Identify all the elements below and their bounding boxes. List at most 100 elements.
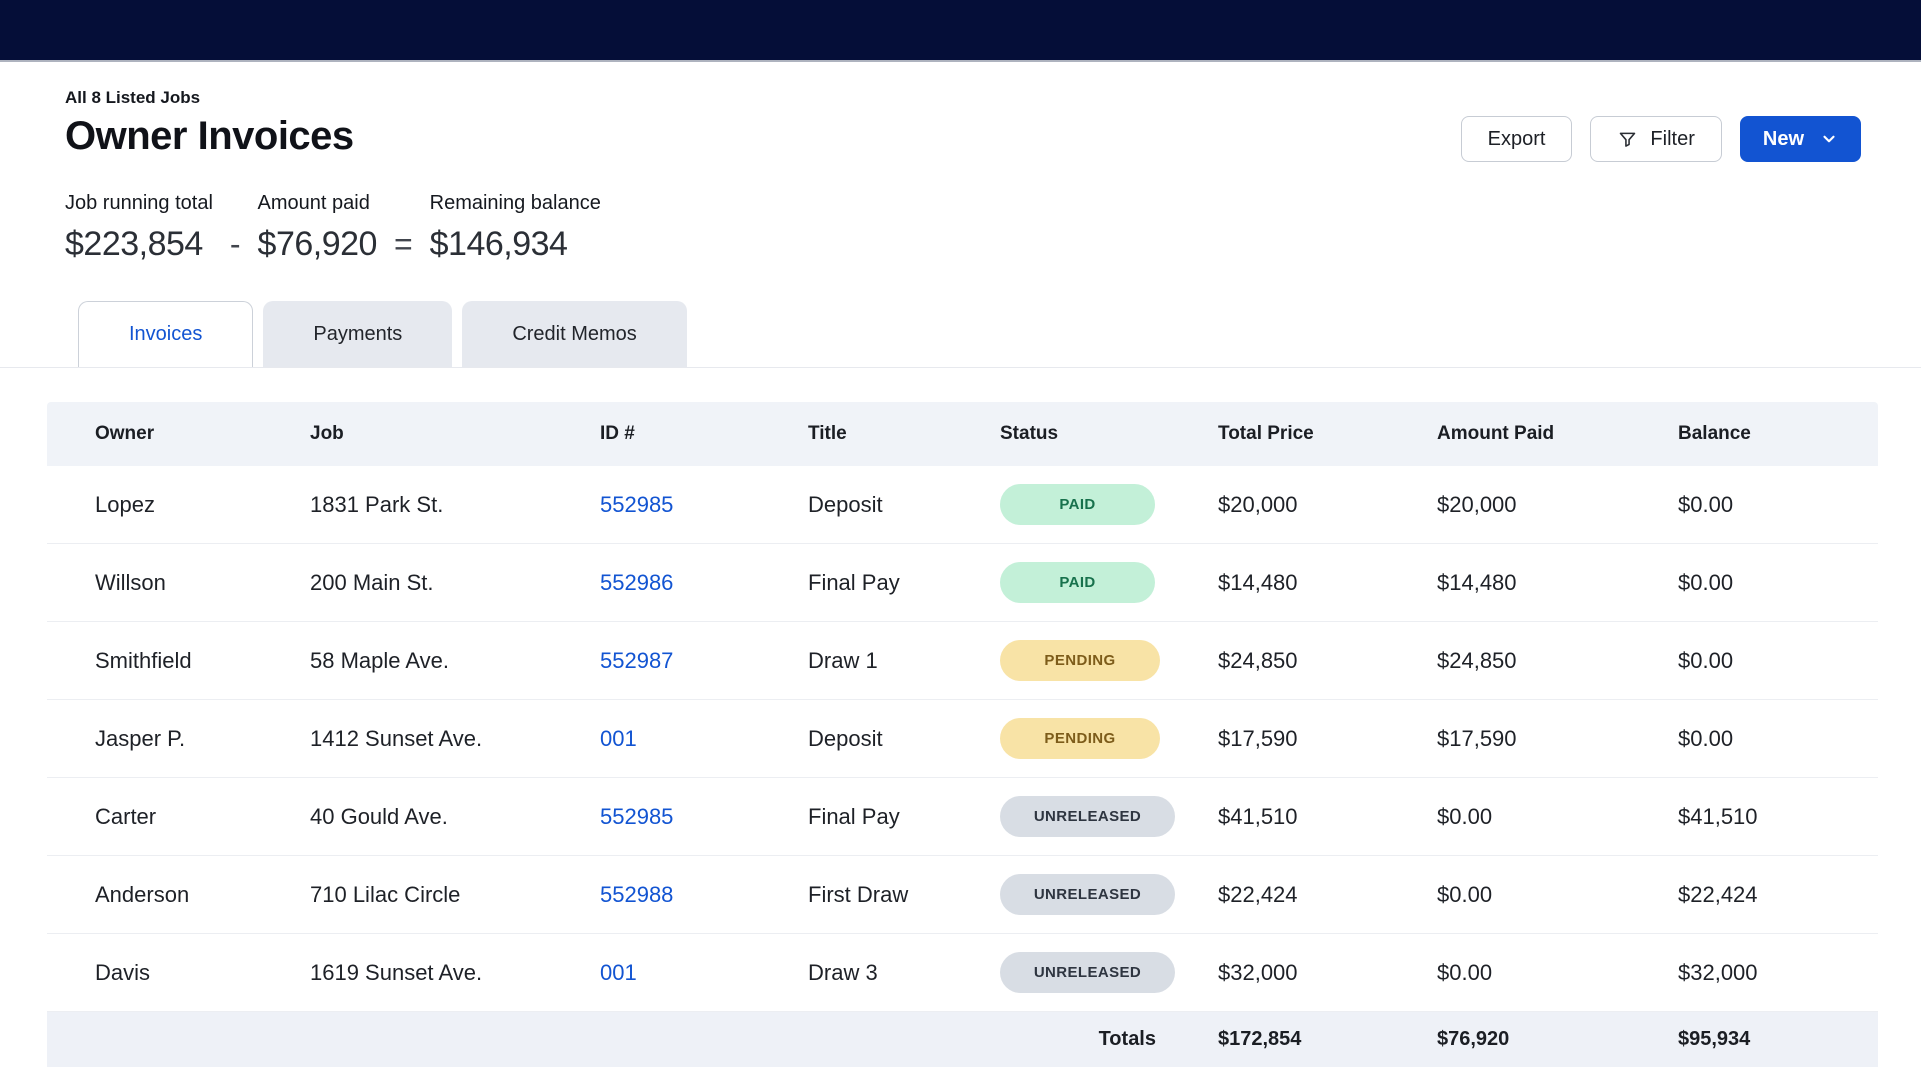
cell-status: PAID [952, 466, 1170, 544]
table-row[interactable]: Jasper P.1412 Sunset Ave.001DepositPENDI… [47, 700, 1878, 778]
cell-title: Draw 3 [760, 934, 952, 1012]
table-row[interactable]: Lopez1831 Park St.552985DepositPAID$20,0… [47, 466, 1878, 544]
summary-value: $146,934 [430, 227, 601, 261]
cell-job: 710 Lilac Circle [262, 856, 552, 934]
cell-amount-paid: $20,000 [1389, 466, 1630, 544]
summary-value: $223,854 [65, 227, 213, 261]
invoices-table: OwnerJobID #TitleStatusTotal PriceAmount… [47, 402, 1878, 1067]
equals-operator: = [394, 228, 413, 261]
table-row[interactable]: Smithfield58 Maple Ave.552987Draw 1PENDI… [47, 622, 1878, 700]
cell-amount-paid: $0.00 [1389, 778, 1630, 856]
cell-total-price: $14,480 [1170, 544, 1389, 622]
cell-owner: Willson [47, 544, 262, 622]
tab-payments[interactable]: Payments [263, 301, 452, 367]
cell-id: 001 [552, 934, 760, 1012]
invoice-id-link[interactable]: 001 [600, 960, 637, 985]
invoices-table-container: OwnerJobID #TitleStatusTotal PriceAmount… [47, 402, 1878, 1067]
export-button[interactable]: Export [1461, 116, 1573, 162]
column-header-total-price: Total Price [1170, 402, 1389, 466]
cell-owner: Lopez [47, 466, 262, 544]
cell-owner: Anderson [47, 856, 262, 934]
invoice-id-link[interactable]: 552985 [600, 492, 673, 517]
page-title: Owner Invoices [65, 114, 354, 159]
totals-amount-paid: $76,920 [1389, 1012, 1630, 1068]
cell-total-price: $17,590 [1170, 700, 1389, 778]
summary-remaining-balance: Remaining balance $146,934 [430, 192, 601, 261]
column-header-job: Job [262, 402, 552, 466]
cell-amount-paid: $0.00 [1389, 934, 1630, 1012]
summary-label: Remaining balance [430, 192, 601, 215]
cell-status: PENDING [952, 622, 1170, 700]
page-header: All 8 Listed Jobs Owner Invoices Export … [0, 62, 1921, 261]
cell-amount-paid: $0.00 [1389, 856, 1630, 934]
cell-balance: $0.00 [1630, 466, 1878, 544]
cell-status: PAID [952, 544, 1170, 622]
summary-job-running-total: Job running total $223,854 [65, 192, 213, 261]
cell-title: Draw 1 [760, 622, 952, 700]
cell-job: 1831 Park St. [262, 466, 552, 544]
cell-id: 552988 [552, 856, 760, 934]
new-button[interactable]: New [1740, 116, 1861, 162]
status-badge: UNRELEASED [1000, 874, 1175, 915]
cell-total-price: $24,850 [1170, 622, 1389, 700]
filter-button-label: Filter [1650, 128, 1694, 151]
totals-balance: $95,934 [1630, 1012, 1878, 1068]
cell-balance: $32,000 [1630, 934, 1878, 1012]
cell-total-price: $20,000 [1170, 466, 1389, 544]
cell-id: 552985 [552, 778, 760, 856]
totals-row: Totals $172,854 $76,920 $95,934 [47, 1012, 1878, 1068]
cell-owner: Davis [47, 934, 262, 1012]
table-row[interactable]: Willson200 Main St. 552986 Final Pay PAID $1… [47, 544, 1878, 622]
tab-credit-memos[interactable]: Credit Memos [462, 301, 686, 367]
status-badge: PENDING [1000, 718, 1160, 759]
cell-id: 552986 [552, 544, 760, 622]
cell-title: Final Pay [760, 544, 952, 622]
invoice-id-link[interactable]: 552987 [600, 648, 673, 673]
table-row[interactable]: Carter40 Gould Ave.552985Final PayUNRELE… [47, 778, 1878, 856]
column-header-owner: Owner [47, 402, 262, 466]
invoice-id-link[interactable]: 552985 [600, 804, 673, 829]
cell-id: 552985 [552, 466, 760, 544]
invoice-id-link[interactable]: 001 [600, 726, 637, 751]
table-row[interactable]: Davis1619 Sunset Ave.001Draw 3UNRELEASED… [47, 934, 1878, 1012]
cell-balance: $41,510 [1630, 778, 1878, 856]
cell-total-price: $32,000 [1170, 934, 1389, 1012]
cell-owner: Jasper P. [47, 700, 262, 778]
cell-balance: $0.00 [1630, 544, 1878, 622]
summary-value: $76,920 [258, 227, 377, 261]
summary-amount-paid: Amount paid $76,920 [258, 192, 377, 261]
cell-balance: $0.00 [1630, 622, 1878, 700]
cell-status: UNRELEASED [952, 778, 1170, 856]
cell-total-price: $41,510 [1170, 778, 1389, 856]
cell-balance: $0.00 [1630, 700, 1878, 778]
financial-summary: Job running total $223,854 - Amount paid… [65, 192, 1861, 261]
cell-job: 1619 Sunset Ave. [262, 934, 552, 1012]
filter-button[interactable]: Filter [1590, 116, 1721, 162]
status-badge: UNRELEASED [1000, 796, 1175, 837]
cell-status: PENDING [952, 700, 1170, 778]
cell-job: 40 Gould Ave. [262, 778, 552, 856]
column-header-title: Title [760, 402, 952, 466]
invoice-id-link[interactable]: 552988 [600, 882, 673, 907]
table-row[interactable]: Anderson710 Lilac Circle552988First Draw… [47, 856, 1878, 934]
tab-invoices[interactable]: Invoices [78, 301, 253, 367]
invoice-id-link[interactable]: 552986 [600, 570, 673, 595]
table-header-row: OwnerJobID #TitleStatusTotal PriceAmount… [47, 402, 1878, 466]
cell-owner: Smithfield [47, 622, 262, 700]
chevron-down-icon [1820, 130, 1838, 148]
status-badge: PAID [1000, 562, 1155, 603]
cell-id: 001 [552, 700, 760, 778]
column-header-amount-paid: Amount Paid [1389, 402, 1630, 466]
totals-total-price: $172,854 [1170, 1012, 1389, 1068]
summary-label: Amount paid [258, 192, 377, 215]
cell-balance: $22,424 [1630, 856, 1878, 934]
tab-bar: Invoices Payments Credit Memos [0, 301, 1921, 368]
new-button-label: New [1763, 128, 1804, 151]
cell-amount-paid: $14,480 [1389, 544, 1630, 622]
cell-job: 200 Main St. [262, 544, 552, 622]
export-button-label: Export [1488, 128, 1546, 151]
cell-amount-paid: $17,590 [1389, 700, 1630, 778]
cell-job: 1412 Sunset Ave. [262, 700, 552, 778]
funnel-icon [1617, 129, 1638, 150]
cell-title: Deposit [760, 466, 952, 544]
